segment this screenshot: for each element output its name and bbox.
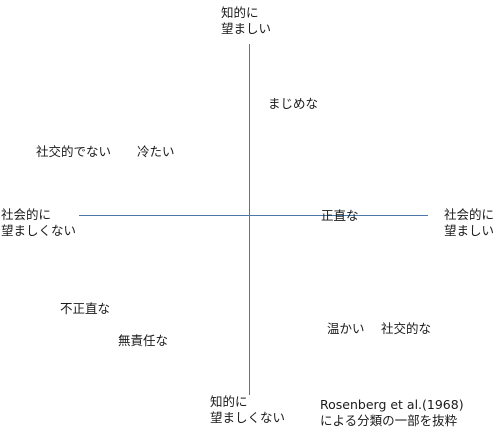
axis-top-line1: 知的に bbox=[221, 5, 259, 20]
term-atatakai: 温かい bbox=[327, 321, 365, 336]
term-musekinin: 無責任な bbox=[118, 333, 169, 348]
axis-left-line2: 望ましくない bbox=[1, 223, 77, 238]
axis-bottom-line2: 望ましくない bbox=[210, 410, 286, 425]
term-shakoteki: 社交的な bbox=[381, 321, 432, 336]
axis-left-label: 社会的に 望ましくない bbox=[1, 207, 76, 239]
source-citation: Rosenberg et al.(1968) bbox=[320, 397, 464, 412]
axis-bottom-label: 知的に 望ましくない bbox=[210, 394, 285, 426]
term-shakoteki-denai: 社交的でない bbox=[36, 144, 112, 159]
axis-top-line2: 望ましい bbox=[221, 21, 272, 36]
axis-bottom-line1: 知的に bbox=[210, 394, 248, 409]
trait-dimension-diagram: 知的に 望ましい 知的に 望ましくない 社会的に 望ましくない 社会的に 望まし… bbox=[0, 0, 504, 432]
axis-left-line1: 社会的に bbox=[1, 207, 52, 222]
social-axis-line bbox=[79, 215, 428, 216]
source-caption: による分類の一部を抜粋 bbox=[320, 413, 458, 428]
axis-right-label: 社会的に 望ましい bbox=[444, 207, 494, 239]
source-note: Rosenberg et al.(1968) による分類の一部を抜粋 bbox=[320, 397, 464, 429]
intellectual-axis-line bbox=[249, 44, 250, 395]
term-tsumetai: 冷たい bbox=[137, 144, 175, 159]
term-shojiki: 正直な bbox=[321, 208, 359, 223]
axis-right-line2: 望ましい bbox=[444, 223, 495, 238]
term-majime: まじめな bbox=[268, 96, 319, 111]
axis-top-label: 知的に 望ましい bbox=[221, 5, 271, 37]
axis-right-line1: 社会的に bbox=[444, 207, 495, 222]
term-fushojiki: 不正直な bbox=[60, 301, 111, 316]
